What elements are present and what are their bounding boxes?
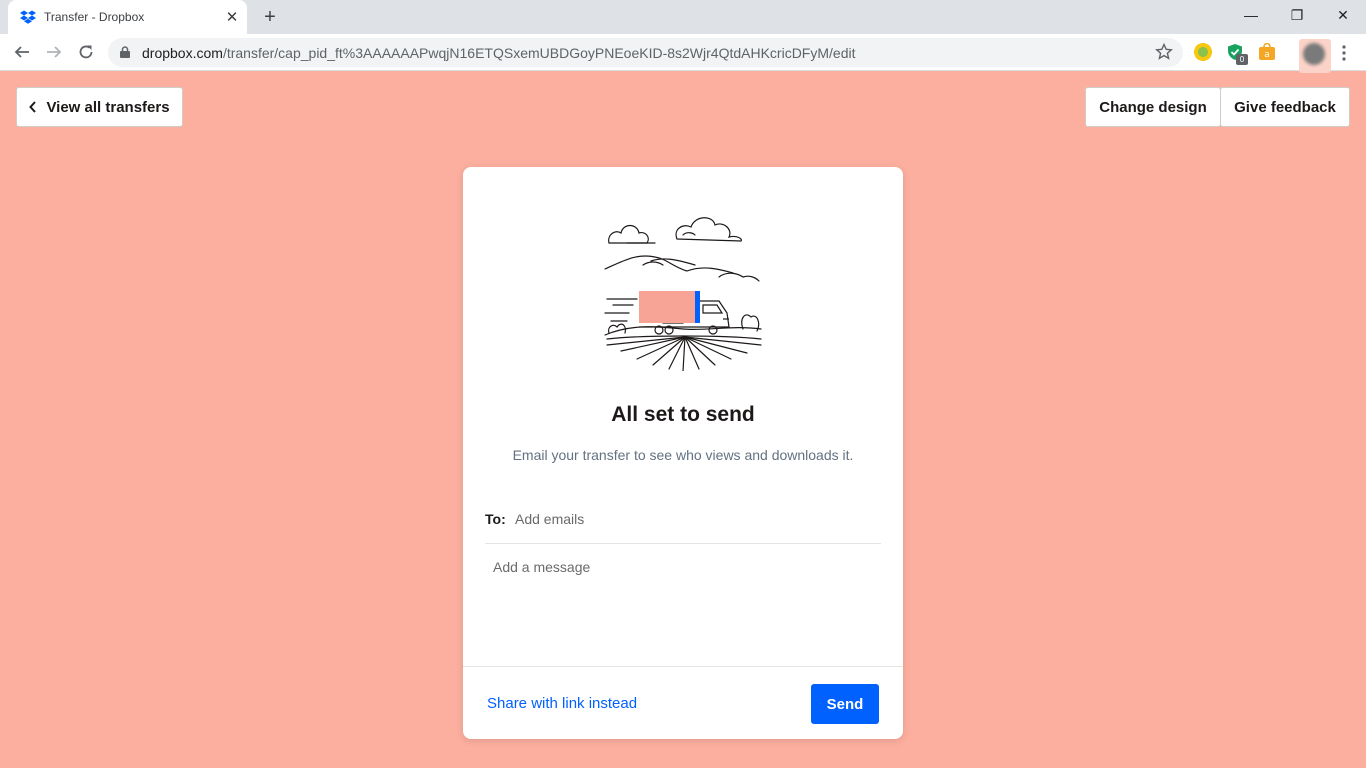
svg-text:a: a — [1264, 50, 1270, 60]
recipient-email-input[interactable] — [515, 506, 875, 532]
share-with-link-button[interactable]: Share with link instead — [487, 695, 637, 712]
window-minimize-button[interactable]: — — [1228, 0, 1274, 30]
bookmark-star-icon[interactable] — [1155, 43, 1173, 61]
reload-icon[interactable] — [73, 39, 99, 65]
send-button-label: Send — [826, 695, 864, 713]
browser-tab-bar: Transfer - Dropbox ✕ + — ❐ ✕ — [0, 0, 1366, 34]
chevron-left-icon — [29, 101, 37, 113]
address-bar[interactable]: dropbox.com/transfer/cap_pid_ft%3AAAAAAP… — [108, 38, 1183, 67]
new-tab-button[interactable]: + — [258, 6, 282, 28]
recipients-row: To: — [485, 502, 881, 544]
message-textarea[interactable] — [485, 553, 881, 653]
window-close-button[interactable]: ✕ — [1320, 0, 1366, 30]
send-button[interactable]: Send — [811, 684, 879, 724]
to-label: To: — [485, 511, 506, 527]
give-feedback-label: Give feedback — [1234, 98, 1336, 116]
browser-toolbar: dropbox.com/transfer/cap_pid_ft%3AAAAAAP… — [0, 34, 1366, 73]
transfer-send-card: All set to send Email your transfer to s… — [463, 167, 903, 739]
window-maximize-button[interactable]: ❐ — [1274, 0, 1320, 30]
extension-1-icon[interactable] — [1194, 43, 1212, 61]
change-design-label: Change design — [1099, 98, 1207, 116]
tab-close-icon[interactable]: ✕ — [223, 8, 241, 26]
card-footer: Share with link instead Send — [463, 666, 903, 739]
url-path: /transfer/cap_pid_ft%3AAAAAAPwqjN16ETQSx… — [222, 45, 856, 61]
card-subtext: Email your transfer to see who views and… — [512, 447, 854, 463]
shopping-bag-extension-icon[interactable]: a — [1258, 42, 1276, 61]
delivery-truck-illustration — [604, 217, 762, 371]
dropbox-icon — [20, 10, 36, 24]
view-all-transfers-button[interactable]: View all transfers — [16, 87, 183, 127]
browser-tab[interactable]: Transfer - Dropbox ✕ — [8, 0, 247, 34]
browser-menu-icon[interactable] — [1334, 40, 1354, 66]
back-arrow-icon[interactable] — [9, 39, 35, 65]
extension-badge: 0 — [1236, 54, 1248, 65]
avatar-image — [1303, 43, 1325, 65]
forward-arrow-icon[interactable] — [41, 39, 67, 65]
view-all-transfers-label: View all transfers — [46, 98, 170, 116]
change-design-button[interactable]: Change design — [1085, 87, 1221, 127]
url-host: dropbox.com — [142, 45, 223, 61]
url-text: dropbox.com/transfer/cap_pid_ft%3AAAAAAP… — [142, 45, 856, 61]
tab-title: Transfer - Dropbox — [44, 10, 145, 24]
give-feedback-button[interactable]: Give feedback — [1220, 87, 1350, 127]
lock-icon — [120, 46, 130, 58]
card-heading: All set to send — [611, 403, 755, 426]
